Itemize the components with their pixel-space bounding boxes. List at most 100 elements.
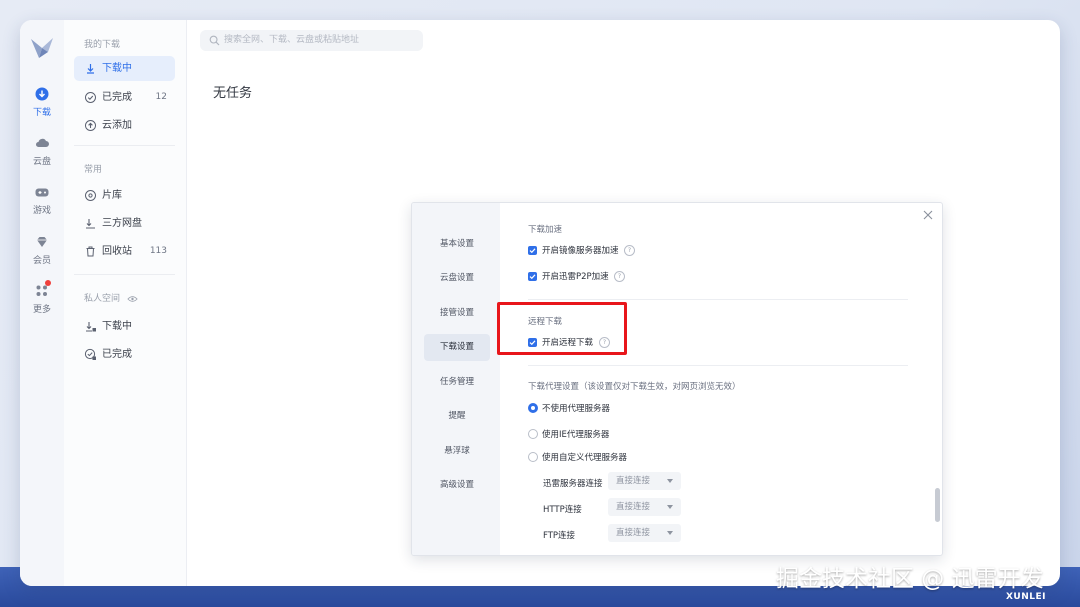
sidebar-item-label: 下载中 — [102, 321, 132, 332]
settings-nav-basic[interactable]: 基本设置 — [424, 231, 490, 258]
proxy-group-title: 下载代理设置（该设置仅对下载生效，对网页浏览无效） — [528, 382, 741, 392]
chevron-down-icon — [667, 505, 673, 509]
xunlei-conn-label: 迅雷服务器连接 — [543, 479, 603, 489]
proxy-custom-label: 使用自定义代理服务器 — [542, 453, 628, 463]
mirror-accel-checkbox[interactable] — [528, 246, 537, 255]
section-title-private: 私人空间 — [84, 291, 138, 304]
sidebar-item-completed[interactable]: 已完成 12 — [74, 85, 175, 110]
lock-check-icon — [84, 348, 96, 360]
rail-games[interactable]: 游戏 — [20, 184, 64, 216]
sidebar-item-label: 已完成 — [102, 92, 132, 103]
diamond-icon — [37, 237, 47, 247]
cloud-upload-icon — [85, 120, 96, 131]
rail-more[interactable]: 更多 — [20, 280, 64, 315]
annotation-highlight-box — [497, 302, 627, 355]
download-circle-icon — [35, 87, 49, 101]
sidebar-item-label: 三方网盘 — [102, 218, 142, 229]
chevron-down-icon — [667, 479, 673, 483]
accel-group-title: 下载加速 — [528, 225, 563, 235]
select-value: 直接连接 — [616, 476, 651, 486]
notification-dot — [45, 280, 51, 286]
settings-nav-download[interactable]: 下载设置 — [424, 334, 490, 361]
section-title-common: 常用 — [84, 165, 103, 175]
section-title-my-downloads: 我的下载 — [84, 40, 121, 50]
search-icon — [209, 35, 220, 46]
rail-games-label: 游戏 — [32, 206, 51, 216]
proxy-ie-radio[interactable] — [528, 429, 538, 439]
rail-vip-label: 会员 — [32, 256, 51, 266]
rail-download[interactable]: 下载 — [20, 86, 64, 118]
sidebar-item-cloud-add[interactable]: 云添加 — [74, 113, 175, 138]
xunlei-logo-icon — [31, 38, 53, 58]
help-icon[interactable]: ? — [624, 245, 635, 256]
settings-content: 下载加速 开启镜像服务器加速 ? 开启迅雷P2P加速 ? 远程下载 开启远程下载… — [500, 203, 942, 555]
chevron-down-icon — [667, 531, 673, 535]
sidebar-item-third-party[interactable]: 三方网盘 — [74, 211, 175, 236]
proxy-none-option[interactable]: 不使用代理服务器 — [528, 403, 638, 415]
recycle-count: 113 — [149, 246, 167, 256]
proxy-none-label: 不使用代理服务器 — [542, 404, 611, 414]
xunlei-conn-select[interactable]: 直接连接 — [608, 472, 681, 490]
empty-state-title: 无任务 — [213, 86, 253, 101]
sidebar-item-recycle[interactable]: 回收站 113 — [74, 239, 175, 264]
sidebar-item-downloading[interactable]: 下载中 — [74, 56, 175, 81]
lock-download-icon — [86, 322, 96, 332]
watermark-text: 掘金技术社区 @ 迅雷开发 — [776, 566, 1044, 592]
section-divider — [528, 299, 908, 300]
rail-cloud[interactable]: 云盘 — [20, 135, 64, 167]
http-conn-label: HTTP连接 — [543, 505, 582, 515]
private-space-label: 私人空间 — [84, 294, 121, 304]
proxy-none-radio[interactable] — [528, 403, 538, 413]
sidebar-item-label: 片库 — [102, 190, 122, 201]
rail-download-label: 下载 — [32, 108, 51, 118]
rail-cloud-label: 云盘 — [32, 157, 51, 167]
proxy-custom-option[interactable]: 使用自定义代理服务器 — [528, 452, 638, 464]
sidebar-item-label: 云添加 — [102, 120, 132, 131]
mirror-accel-option[interactable]: 开启镜像服务器加速 ? — [528, 245, 658, 257]
proxy-ie-option[interactable]: 使用IE代理服务器 — [528, 429, 638, 441]
check-circle-icon — [85, 92, 96, 103]
sidebar-divider — [74, 145, 175, 146]
settings-nav-reminder[interactable]: 提醒 — [424, 403, 490, 430]
settings-dialog: 基本设置 云盘设置 接管设置 下载设置 任务管理 提醒 悬浮球 高级设置 下载加… — [411, 202, 943, 556]
search-input[interactable]: 搜索全网、下载、云盘或粘贴地址 — [200, 30, 423, 51]
rail-vip[interactable]: 会员 — [20, 234, 64, 266]
film-reel-icon — [85, 190, 96, 201]
settings-scrollbar[interactable] — [935, 488, 940, 522]
select-value: 直接连接 — [616, 528, 651, 538]
download-arrow-icon — [87, 64, 94, 74]
settings-nav-advanced[interactable]: 高级设置 — [424, 472, 490, 499]
ftp-conn-select[interactable]: 直接连接 — [608, 524, 681, 542]
proxy-ie-label: 使用IE代理服务器 — [542, 430, 610, 440]
trash-icon — [86, 246, 95, 257]
icon-rail: 下载 云盘 游戏 会员 更多 — [20, 20, 65, 586]
p2p-accel-checkbox[interactable] — [528, 272, 537, 281]
sidebar-item-private-downloading[interactable]: 下载中 — [74, 314, 175, 339]
search-placeholder: 搜索全网、下载、云盘或粘贴地址 — [224, 35, 360, 45]
netdisk-icon — [86, 219, 95, 229]
help-icon[interactable]: ? — [614, 271, 625, 282]
ftp-conn-label: FTP连接 — [543, 531, 576, 541]
sidebar-item-label: 回收站 — [102, 246, 132, 257]
p2p-accel-option[interactable]: 开启迅雷P2P加速 ? — [528, 271, 658, 283]
http-conn-select[interactable]: 直接连接 — [608, 498, 681, 516]
completed-count: 12 — [155, 92, 167, 102]
sidebar-item-label: 下载中 — [102, 63, 132, 74]
rail-more-label: 更多 — [32, 305, 51, 315]
sidebar-item-library[interactable]: 片库 — [74, 183, 175, 208]
sidebar: 我的下载 下载中 已完成 12 云添加 常用 片库 三方网盘 回收站 113 私… — [64, 20, 187, 586]
settings-nav: 基本设置 云盘设置 接管设置 下载设置 任务管理 提醒 悬浮球 高级设置 — [412, 203, 500, 555]
eye-icon[interactable] — [127, 295, 138, 303]
settings-nav-floatball[interactable]: 悬浮球 — [424, 438, 490, 465]
sidebar-divider — [74, 274, 175, 275]
proxy-custom-radio[interactable] — [528, 452, 538, 462]
gamepad-icon — [35, 188, 49, 197]
sidebar-item-private-completed[interactable]: 已完成 — [74, 342, 175, 367]
settings-nav-cloud[interactable]: 云盘设置 — [424, 265, 490, 292]
p2p-accel-label: 开启迅雷P2P加速 — [542, 272, 609, 282]
settings-nav-takeover[interactable]: 接管设置 — [424, 300, 490, 327]
section-divider — [528, 365, 908, 366]
settings-nav-tasks[interactable]: 任务管理 — [424, 369, 490, 396]
select-value: 直接连接 — [616, 502, 651, 512]
sidebar-item-label: 已完成 — [102, 349, 132, 360]
